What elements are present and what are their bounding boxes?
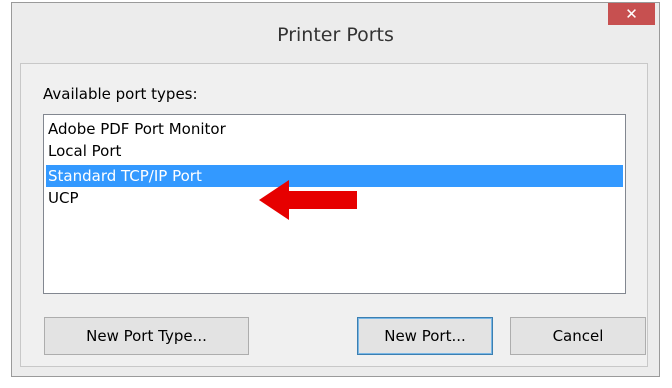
new-port-button[interactable]: New Port...: [357, 317, 493, 355]
available-port-types-label: Available port types:: [43, 85, 198, 103]
list-item[interactable]: Local Port: [46, 140, 623, 162]
new-port-type-button[interactable]: New Port Type...: [44, 317, 249, 355]
dialog-body: Available port types: Adobe PDF Port Mon…: [11, 2, 660, 377]
list-item[interactable]: Adobe PDF Port Monitor: [46, 118, 623, 140]
red-arrow-icon: [259, 180, 357, 220]
cancel-button[interactable]: Cancel: [510, 317, 646, 355]
